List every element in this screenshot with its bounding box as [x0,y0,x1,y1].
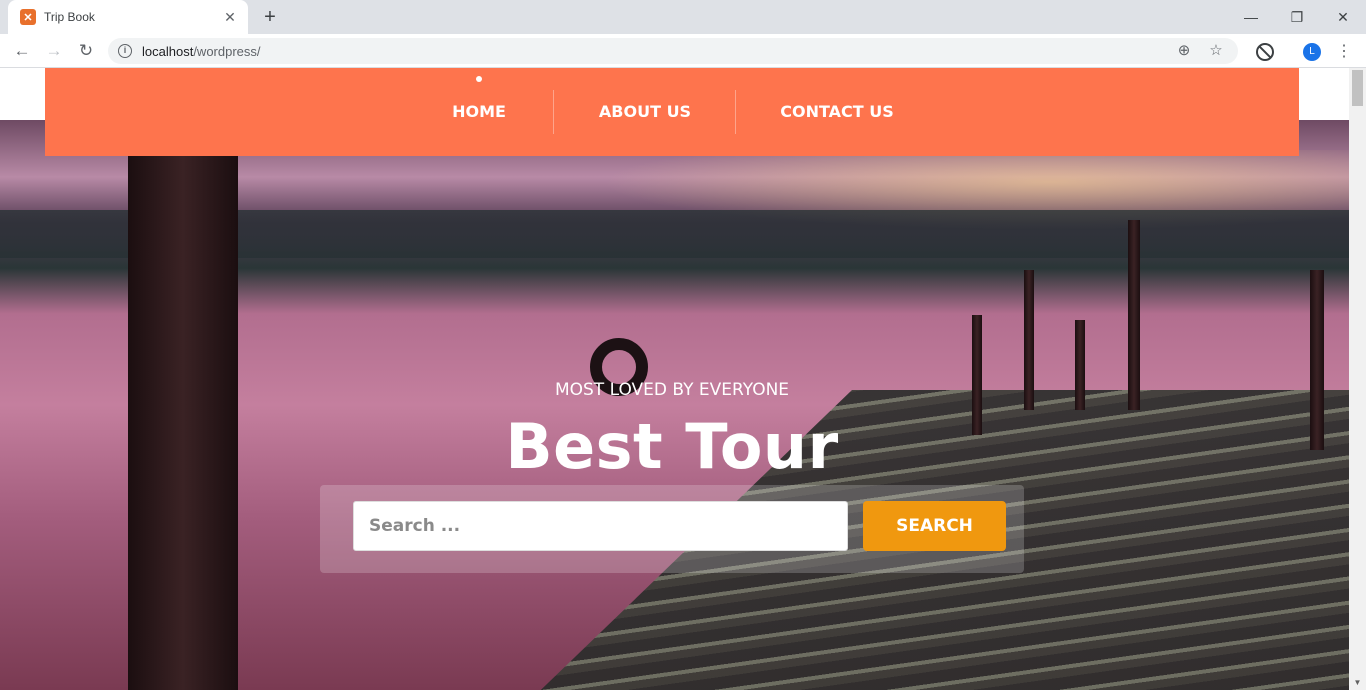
nav-home[interactable]: HOME [437,90,521,134]
address-bar[interactable]: i localhost/wordpress/ ⊕ ☆ [108,38,1238,64]
info-icon[interactable]: i [118,44,132,58]
scrollbar-thumb[interactable] [1352,70,1363,106]
nav-divider [735,90,736,134]
forward-icon[interactable]: → [42,39,66,63]
reload-icon[interactable]: ↻ [74,39,98,63]
nav-divider [553,90,554,134]
avatar[interactable]: L [1303,43,1321,61]
search-panel: SEARCH [320,485,1024,573]
nav-contact-us[interactable]: CONTACT US [767,90,907,134]
back-icon[interactable]: ← [10,39,34,63]
search-input[interactable] [353,501,848,551]
window-close-icon[interactable]: ✕ [1320,4,1366,30]
browser-tabstrip: ✕ Trip Book ✕ + — ❐ ✕ [0,0,1366,34]
page-scrollbar[interactable]: ▼ [1349,68,1366,690]
scroll-down-icon[interactable]: ▼ [1352,678,1363,688]
page-viewport: HOME ABOUT US CONTACT US MOST LOVED BY E… [0,68,1366,690]
restore-icon[interactable]: ❐ [1274,4,1320,30]
hero-background-image [0,120,1349,690]
browser-tab[interactable]: ✕ Trip Book ✕ [8,0,248,34]
zoom-icon[interactable]: ⊕ [1174,41,1194,61]
main-navigation: HOME ABOUT US CONTACT US [45,68,1299,156]
browser-toolbar: ← → ↻ i localhost/wordpress/ ⊕ ☆ [0,34,1366,68]
block-extension-icon[interactable] [1256,43,1274,61]
hero-headline: Best Tour [505,410,839,483]
nav-about-us[interactable]: ABOUT US [585,90,705,134]
active-dot [476,76,482,82]
close-icon[interactable]: ✕ [222,9,238,26]
new-tab-button[interactable]: + [258,6,282,28]
star-icon[interactable]: ☆ [1206,41,1226,61]
url-text[interactable]: localhost/wordpress/ [142,44,1174,59]
wooden-post [128,120,238,690]
tab-title: Trip Book [44,10,95,24]
search-button[interactable]: SEARCH [863,501,1006,551]
minimize-icon[interactable]: — [1228,4,1274,30]
hero-subtitle: MOST LOVED BY EVERYONE [554,380,790,400]
menu-dots-icon[interactable]: ⋮ [1336,41,1352,63]
xampp-favicon-icon: ✕ [20,9,36,25]
